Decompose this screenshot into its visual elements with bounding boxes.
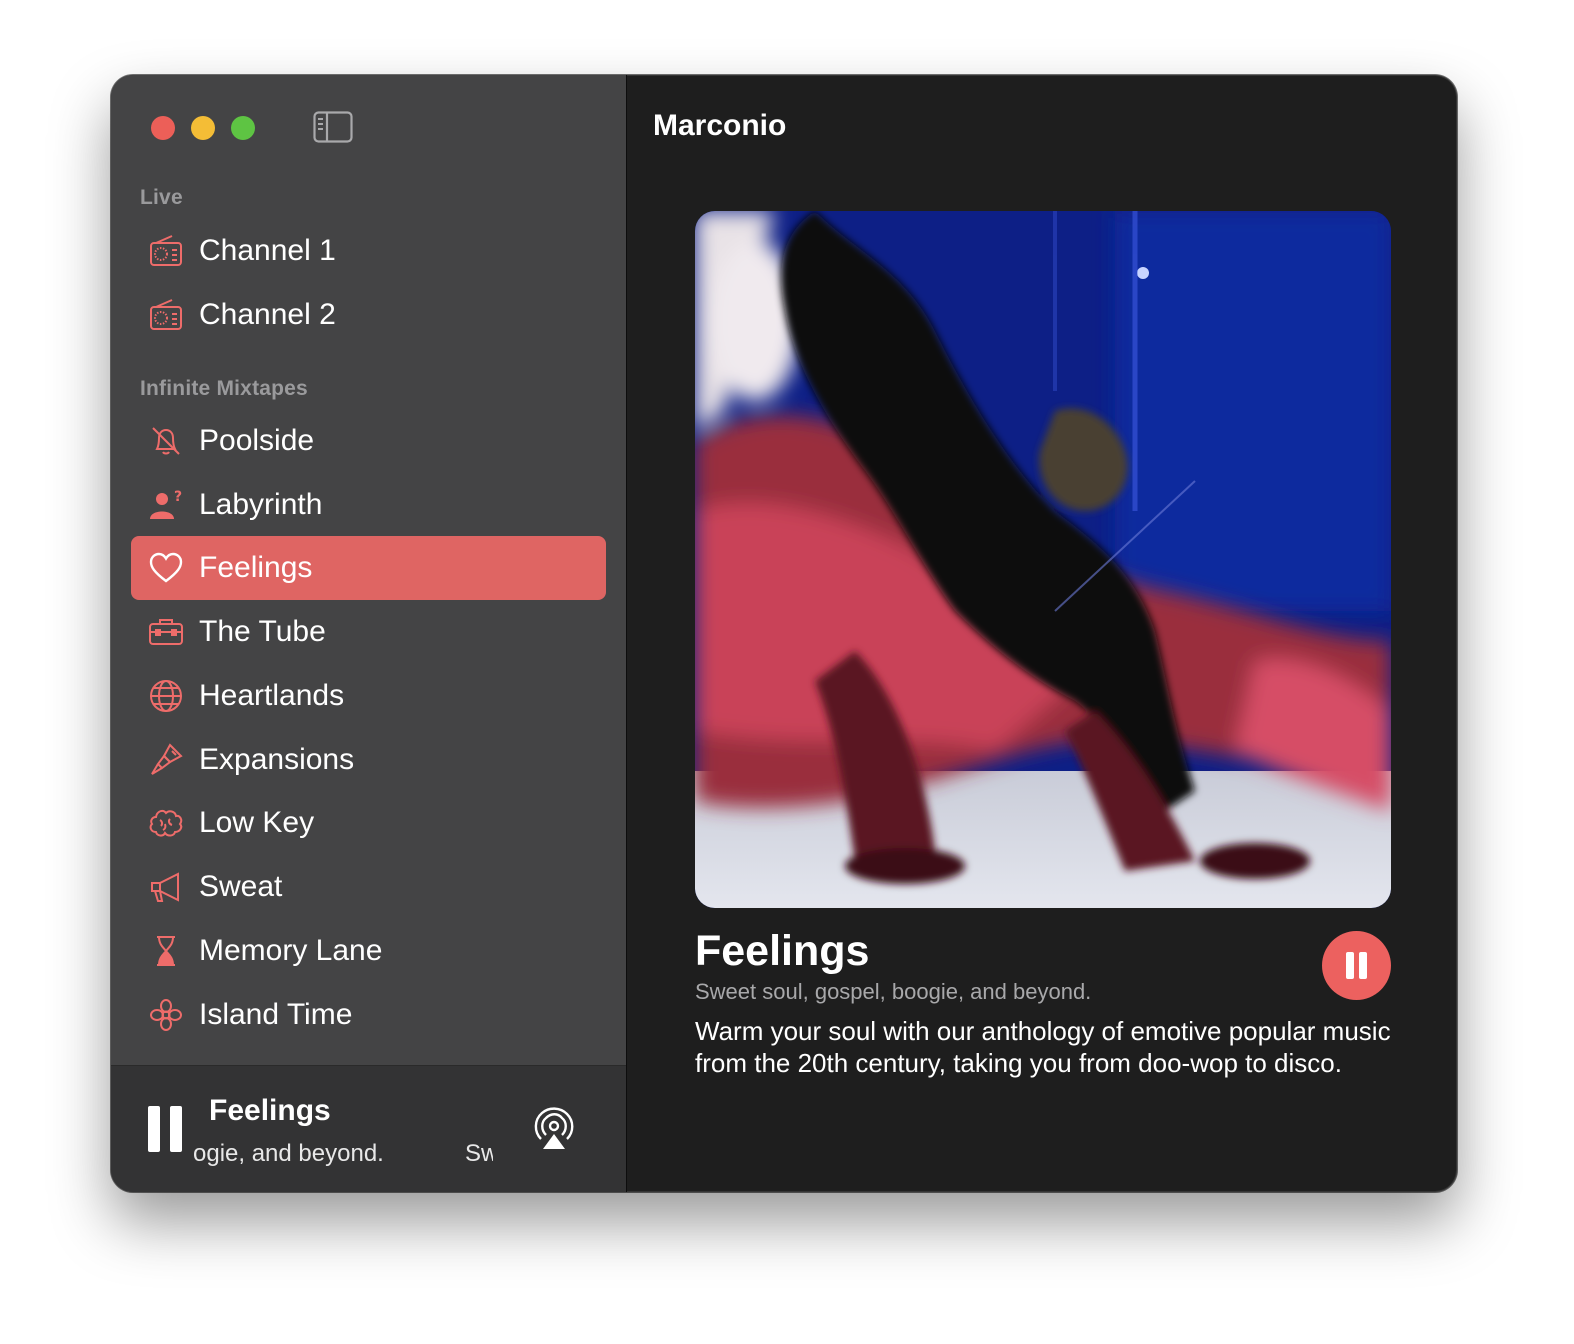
zoom-window-button[interactable] — [231, 116, 255, 140]
sidebar-item-poolside[interactable]: Poolside — [131, 409, 606, 473]
sidebar-item-label: Island Time — [199, 998, 353, 1031]
radio-icon — [150, 299, 182, 330]
globe-icon — [150, 680, 182, 712]
airplay-audio-icon[interactable] — [531, 1106, 577, 1152]
page-title: Marconio — [653, 109, 787, 142]
flower-icon — [150, 999, 182, 1031]
paintbrush-icon — [151, 743, 183, 775]
pause-icon — [1346, 952, 1354, 979]
brain-icon — [149, 809, 183, 837]
sidebar-item-label: Heartlands — [199, 679, 345, 712]
sidebar-item-label: The Tube — [199, 615, 326, 648]
track-subtitle: Sweet soul, gospel, boogie, and beyond. — [695, 979, 1092, 1004]
megaphone-icon — [151, 872, 179, 902]
mini-player-marquee: ogie, and beyond. Sw — [193, 1138, 493, 1174]
radio-icon — [150, 235, 182, 266]
toolbox-icon — [149, 619, 183, 645]
svg-text:?: ? — [174, 489, 182, 505]
sidebar-item-sweat[interactable]: Sweat — [131, 855, 606, 919]
play-pause-button[interactable] — [1322, 931, 1391, 1000]
bell-slash-icon — [152, 427, 180, 455]
track-title: Feelings — [695, 927, 870, 975]
section-header-live: Live — [140, 186, 183, 209]
mini-pause-button[interactable] — [148, 1106, 184, 1152]
close-window-button[interactable] — [151, 116, 175, 140]
sidebar-item-island-time[interactable]: Island Time — [131, 983, 606, 1047]
minimize-window-button[interactable] — [191, 116, 215, 140]
sidebar-item-expansions[interactable]: Expansions — [131, 728, 606, 792]
sidebar-item-the-tube[interactable]: The Tube — [131, 600, 606, 664]
sidebar-item-label: Poolside — [199, 424, 315, 457]
sidebar-item-label: Feelings — [199, 551, 313, 584]
sidebar-item-low-key[interactable]: Low Key — [131, 791, 606, 855]
sidebar-item-channel-2[interactable]: Channel 2 — [131, 283, 606, 347]
sidebar-item-heartlands[interactable]: Heartlands — [131, 664, 606, 728]
section-header-infinite-mixtapes: Infinite Mixtapes — [140, 377, 308, 400]
sidebar-item-label: Channel 2 — [199, 298, 336, 331]
sidebar-item-label: Low Key — [199, 806, 315, 839]
sidebar-item-memory-lane[interactable]: Memory Lane — [131, 919, 606, 983]
sidebar-item-channel-1[interactable]: Channel 1 — [131, 219, 606, 283]
pause-icon — [148, 1106, 160, 1152]
mini-player: Feelings ogie, and beyond. Sw — [111, 1065, 626, 1192]
app-window: Live Channel 1 Channel 2 Infinite Mixtap… — [111, 75, 1457, 1192]
sidebar-item-label: Labyrinth — [199, 488, 323, 521]
sidebar-item-feelings[interactable]: Feelings — [131, 536, 606, 600]
sidebar-item-label: Memory Lane — [199, 934, 383, 967]
sidebar: Live Channel 1 Channel 2 Infinite Mixtap… — [111, 75, 627, 1192]
track-description: Warm your soul with our anthology of emo… — [695, 1016, 1391, 1078]
marquee-text: ogie, and beyond. — [193, 1140, 384, 1167]
artwork-image — [695, 211, 1391, 908]
hourglass-icon — [157, 936, 175, 966]
album-artwork — [695, 211, 1391, 908]
person-question-icon: ? — [150, 489, 182, 519]
marquee-text: Sw — [465, 1140, 493, 1167]
sidebar-item-label: Sweat — [199, 870, 283, 903]
sidebar-item-labyrinth[interactable]: ? Labyrinth — [131, 473, 606, 537]
sidebar-item-label: Channel 1 — [199, 234, 336, 267]
window-controls — [151, 116, 255, 140]
heart-icon — [149, 552, 183, 583]
mini-player-title: Feelings — [209, 1094, 331, 1127]
sidebar-toggle-icon[interactable] — [313, 111, 353, 143]
sidebar-item-label: Expansions — [199, 743, 355, 776]
